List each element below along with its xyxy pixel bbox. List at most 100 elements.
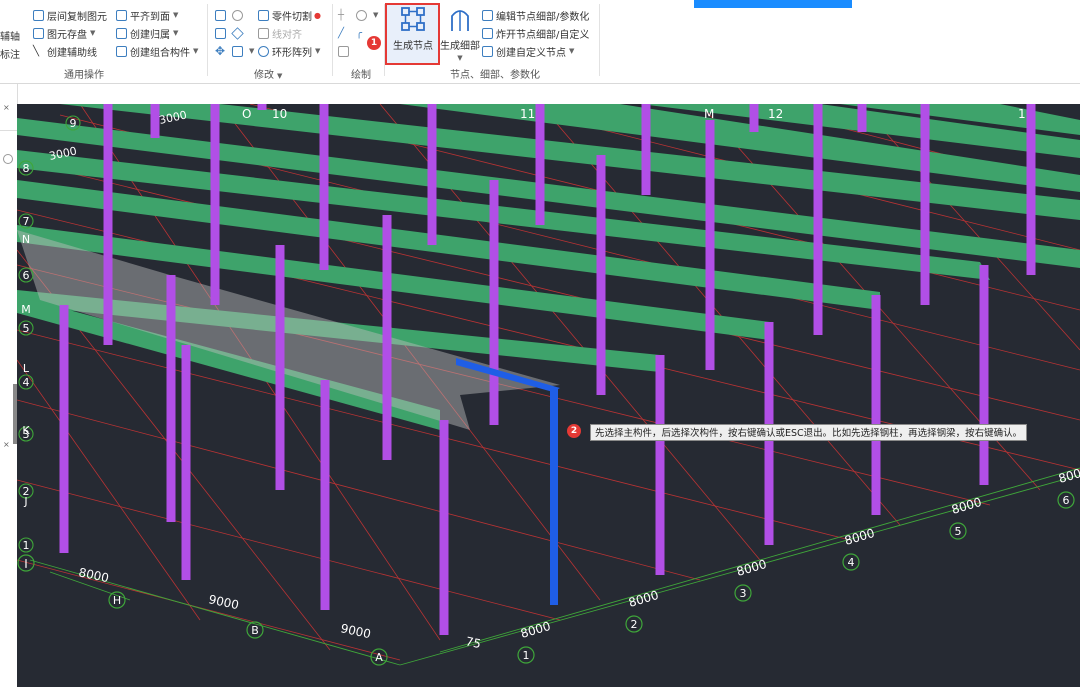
align-to-face-button[interactable]: 平齐到面 ▼ [116, 7, 178, 23]
create-aux-line-label: 创建辅助线 [47, 47, 97, 59]
axis-bubbles-letters [17, 554, 388, 666]
panel-divider [0, 130, 17, 131]
dim-B-H: 9000 [207, 592, 240, 612]
draw-rect-button[interactable] [338, 43, 352, 59]
left-axis-1: 1 [23, 539, 30, 552]
structure-model[interactable]: 1 2 3 4 5 6 8000 8000 8000 8000 8000 800… [17, 104, 1080, 687]
generate-detail-label: 生成细部 [440, 41, 480, 52]
group-icon [116, 27, 127, 39]
draw-point-button[interactable]: ┼ [338, 7, 344, 23]
offset-button[interactable]: ▼ [232, 43, 254, 59]
detail-icon [451, 10, 469, 31]
draw-circle-button[interactable]: ▼ [356, 7, 378, 23]
red-dot-icon: ● [314, 10, 321, 20]
mirror-button[interactable] [231, 25, 246, 41]
step-badge-2: 2 [567, 424, 581, 438]
annotation-button[interactable]: 标注 [0, 45, 20, 61]
left-letter-I: I [24, 558, 27, 571]
left-side-panel: × × [0, 84, 18, 687]
ribbon-toolbar: 辅轴 标注 层间复制图元 图元存盘 ▼ ╲ 创建辅助线 平齐到面 ▼ 创建归属 ▼ 创建… [0, 0, 1080, 84]
generate-node-button[interactable]: 生成节点 [388, 6, 438, 52]
part-cut-label: 零件切割 [272, 11, 312, 23]
step-badge-1: 1 [367, 36, 381, 50]
edit-node-label: 编辑节点细部/参数化 [496, 11, 590, 23]
modify-group-title[interactable]: 修改 ▼ [254, 66, 282, 81]
panel-close-icon[interactable]: × [3, 103, 10, 112]
left-axis-5: 5 [23, 322, 30, 335]
modify-group-label: 修改 [254, 70, 274, 81]
left-axis-4: 4 [23, 376, 30, 389]
dim-A-B: 9000 [339, 621, 372, 641]
chevron-down-icon: ▼ [457, 54, 463, 62]
draw-line-button[interactable]: ╱ [338, 25, 344, 41]
left-letter-M: M [21, 303, 31, 316]
node-group-title: 节点、细部、参数化 [450, 70, 540, 81]
edit-node-button[interactable]: 编辑节点细部/参数化 [482, 7, 589, 23]
element-save-label: 图元存盘 [47, 29, 87, 41]
aux-axis-label: 辅轴 [0, 31, 20, 43]
line-align-button[interactable]: 线对齐 [258, 25, 302, 41]
node-icon [401, 7, 425, 31]
ring-array-label: 环形阵列 [272, 47, 312, 59]
search-icon[interactable] [3, 154, 13, 164]
chevron-down-icon: ▼ [249, 47, 255, 55]
layer-copy-button[interactable]: 层间复制图元 [33, 7, 107, 23]
chevron-down-icon: ▼ [569, 47, 575, 55]
create-aux-line-button[interactable]: ╲ 创建辅助线 [33, 43, 97, 59]
chevron-down-icon: ▼ [373, 11, 379, 19]
left-axis-9: 9 [70, 117, 77, 130]
annotation-label: 标注 [0, 49, 20, 61]
top-axis-M: M [704, 107, 714, 121]
rectangle-icon [338, 45, 349, 57]
create-combo-button[interactable]: 创建组合构件 ▼ [116, 43, 198, 59]
copy-button[interactable] [215, 25, 229, 41]
combo-icon [116, 45, 127, 57]
chevron-down-icon: ▼ [173, 29, 179, 37]
element-save-button[interactable]: 图元存盘 ▼ [33, 25, 95, 41]
line-align-icon [258, 27, 269, 39]
create-combo-label: 创建组合构件 [130, 47, 190, 59]
custom-node-icon [482, 45, 493, 57]
mirror-icon [231, 26, 244, 40]
delete-button[interactable] [215, 7, 229, 23]
dim-1-2: 8000 [519, 619, 552, 641]
draw-arc-button[interactable]: ╭ [356, 25, 362, 41]
line-align-label: 线对齐 [272, 29, 302, 41]
dim-5-6: 8000 [950, 495, 983, 517]
left-letter-N: N [22, 233, 30, 246]
chevron-down-icon: ▼ [90, 29, 96, 37]
part-cut-button[interactable]: 零件切割 ● [258, 7, 321, 23]
create-custom-node-button[interactable]: 创建自定义节点 ▼ [482, 43, 574, 59]
top-active-tab-bar[interactable] [694, 0, 852, 8]
axis-bubbles-numbers [517, 491, 1075, 664]
top-axis-11: 11 [520, 107, 535, 121]
dim-3-4: 8000 [735, 557, 768, 579]
aux-axis-button[interactable]: 辅轴 [0, 27, 20, 43]
align-face-icon [116, 9, 127, 21]
rotate-button[interactable] [232, 7, 246, 23]
top-axis-O: O [242, 107, 251, 121]
chevron-down-icon: ▼ [315, 47, 321, 55]
chevron-down-icon: ▼ [173, 11, 179, 19]
axis-number-1: 1 [523, 649, 530, 662]
circle-icon [356, 9, 367, 21]
create-group-button[interactable]: 创建归属 ▼ [116, 25, 178, 41]
top-axis-1: 1 [1018, 107, 1026, 121]
group-divider [599, 4, 600, 76]
generate-detail-button[interactable]: 生成细部 ▼ [440, 6, 480, 63]
panel-close-icon-2[interactable]: × [3, 440, 10, 449]
group-divider [207, 4, 208, 76]
move-button[interactable]: ✥ [215, 43, 229, 59]
element-save-icon [33, 27, 44, 39]
axis-number-4: 4 [848, 556, 855, 569]
crosshair-icon: ┼ [338, 9, 345, 21]
axis-letter-B: B [251, 624, 259, 637]
ring-array-button[interactable]: 环形阵列 ▼ [258, 43, 320, 59]
axis-number-3: 3 [740, 587, 747, 600]
move-icon: ✥ [215, 44, 226, 58]
3d-model-viewport[interactable]: 1 2 3 4 5 6 8000 8000 8000 8000 8000 800… [17, 104, 1080, 687]
explode-node-button[interactable]: 炸开节点细部/自定义 [482, 25, 589, 41]
axis-number-5: 5 [955, 525, 962, 538]
dim-4-5: 8000 [843, 526, 876, 548]
aux-line-icon: ╲ [33, 45, 40, 57]
